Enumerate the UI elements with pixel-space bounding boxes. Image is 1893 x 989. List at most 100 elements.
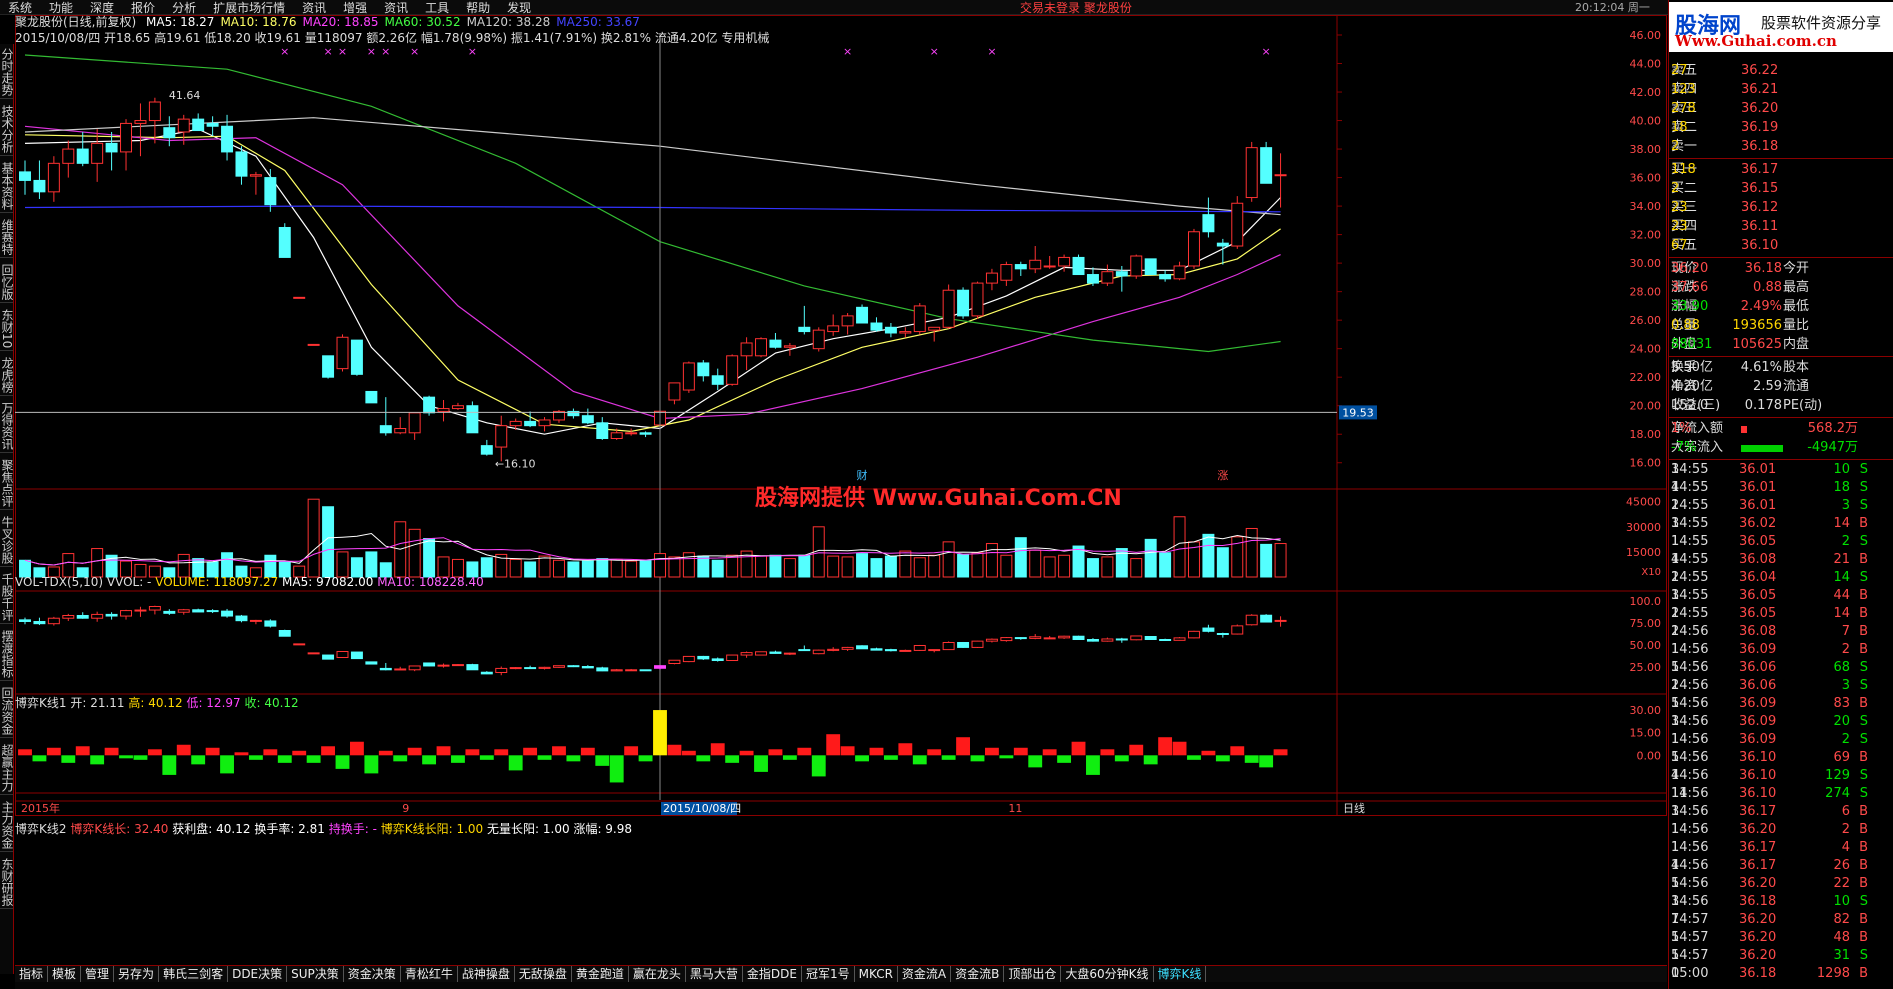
- indicator-tab-19[interactable]: 顶部出仓: [1004, 966, 1062, 982]
- k1-body-13: [206, 610, 219, 613]
- left-tab-4[interactable]: 回忆版: [0, 262, 14, 303]
- indicator-tab-16[interactable]: MKCR: [855, 966, 898, 982]
- indicator-tab-10[interactable]: 无敌操盘: [515, 966, 572, 982]
- menu-item-5[interactable]: 扩展市场行情: [205, 0, 294, 16]
- menu-item-9[interactable]: 工具: [417, 0, 458, 16]
- left-tab-9[interactable]: 牛叉诊股: [0, 514, 14, 568]
- candle-body-35: [524, 420, 537, 427]
- volume-bar-62: [913, 557, 926, 578]
- left-tab-13[interactable]: 超赢主力: [0, 742, 14, 796]
- k2-bar-1: [32, 755, 47, 762]
- volume-bar-3: [62, 553, 75, 578]
- left-tab-7[interactable]: 万得资讯: [0, 400, 14, 454]
- tick-row-13: 14:56 36.09 83 B 5: [1671, 695, 1892, 713]
- left-tab-12[interactable]: 回流资金: [0, 685, 14, 739]
- k2-e: 博弈K线长阳: 1.00: [380, 822, 484, 836]
- indicator-tab-13[interactable]: 黑马大营: [686, 966, 743, 982]
- left-tab-11[interactable]: 摆渡指标: [0, 628, 14, 682]
- candle-body-8: [134, 120, 147, 124]
- ma-line-ma20: [24, 125, 1281, 420]
- vol-tick-label-2: 15000: [1626, 546, 1661, 559]
- k2-bar-40: [595, 755, 610, 766]
- indicator-tab-17[interactable]: 资金流A: [898, 966, 952, 982]
- tick-price-1: 36.01: [1739, 480, 1777, 495]
- indicator-tab-4[interactable]: 韩氏三剑客: [159, 966, 229, 982]
- indicator-tab-2[interactable]: 管理: [81, 966, 115, 982]
- indicator-tab-3[interactable]: 另存为: [114, 966, 160, 982]
- indicator-tab-18[interactable]: 资金流B: [951, 966, 1005, 982]
- k2-bar-3: [61, 755, 76, 763]
- menu-item-1[interactable]: 功能: [41, 0, 82, 16]
- tick-vol-20: 2: [1841, 822, 1850, 837]
- menu-item-2[interactable]: 深度: [82, 0, 123, 16]
- tick-count-24: 3: [1671, 894, 1680, 909]
- bid-row-3: 买四 36.11 23: [1671, 218, 1892, 236]
- indicator-tab-20[interactable]: 大盘60分钟K线: [1061, 966, 1154, 982]
- indicator-tab-12[interactable]: 赢在龙头: [629, 966, 686, 982]
- menu-item-4[interactable]: 分析: [164, 0, 205, 16]
- indicator-tab-0[interactable]: 指标: [15, 966, 49, 982]
- candle-body-9: [148, 101, 161, 122]
- menu-item-0[interactable]: 系统: [0, 0, 41, 16]
- left-tab-10[interactable]: 千股千评: [0, 571, 14, 625]
- price-tick-label-1: 18.00: [1630, 428, 1662, 441]
- menu-item-6[interactable]: 资讯: [294, 0, 335, 16]
- k2-bar-41: [609, 755, 624, 783]
- tick-row-8: 14:55 36.05 14 B 2: [1671, 605, 1892, 623]
- bid-price-2: 36.12: [1741, 200, 1779, 215]
- indicator-tab-5[interactable]: DDE决策: [228, 966, 288, 982]
- indicator-tab-14[interactable]: 金指DDE: [743, 966, 802, 982]
- menu-item-10[interactable]: 帮助: [458, 0, 499, 16]
- left-tab-6[interactable]: 龙虎榜: [0, 355, 14, 397]
- menu-item-7[interactable]: 增强: [335, 0, 376, 16]
- k2-bar-25: [378, 750, 393, 756]
- stat-val-4-0: 105625: [1732, 337, 1782, 352]
- k2-tick-label-2: 0.00: [1637, 749, 1662, 762]
- clock: 20:12:04 周一: [1575, 1, 1650, 14]
- left-tab-0[interactable]: 分时走势: [0, 46, 14, 99]
- indicator-tab-21[interactable]: 博弈K线: [1154, 966, 1207, 982]
- left-tab-14[interactable]: 主力资金: [0, 799, 14, 853]
- indicator-tab-8[interactable]: 青松红牛: [401, 966, 458, 982]
- k2-bar-19: [292, 750, 307, 756]
- k2-bar-14: [220, 755, 234, 774]
- k2-bar-64: [941, 755, 956, 760]
- k2-bar-0: [18, 749, 32, 756]
- menu-item-8[interactable]: 资讯: [376, 0, 417, 16]
- indicator-tab-1[interactable]: 模板: [48, 966, 82, 982]
- stat2-key-2-1: PE(动): [1783, 398, 1823, 413]
- indicator-tab-9[interactable]: 战神操盘: [458, 966, 515, 982]
- bid-row-1: 买二 36.15 2: [1671, 180, 1892, 198]
- indicator-tab-7[interactable]: 资金决策: [344, 966, 401, 982]
- ma-line-ma60: [24, 54, 1281, 353]
- candle-body-1: [33, 179, 46, 193]
- k2-bar-62: [912, 755, 927, 765]
- price-tick-label-6: 28.00: [1630, 286, 1662, 299]
- quote-panel: 股海网 股票软件资源分享 Www.Guhai.com.cn 卖五 36.22 27 卖四 3…: [1668, 0, 1893, 989]
- left-tab-5[interactable]: 东财10: [0, 307, 14, 352]
- trade-status[interactable]: 交易未登录 聚龙股份: [1020, 0, 1132, 16]
- left-tab-1[interactable]: 技术分析: [0, 103, 14, 156]
- volume-bar-24: [365, 551, 378, 578]
- indicator-tab-11[interactable]: 黄金跑道: [572, 966, 629, 982]
- left-tab-8[interactable]: 聚焦点评: [0, 457, 14, 511]
- left-tab-15[interactable]: 东财研报: [0, 856, 14, 910]
- menu-item-3[interactable]: 报价: [123, 0, 164, 16]
- left-tab-3[interactable]: 维赛特: [0, 217, 14, 258]
- tick-side-1: S: [1859, 480, 1868, 495]
- k2-bar-28: [422, 755, 437, 765]
- left-tab-2[interactable]: 基本资料: [0, 160, 14, 213]
- tick-count-23: 5: [1671, 876, 1680, 891]
- candle-body-61: [899, 331, 912, 334]
- menu-item-11[interactable]: 发现: [499, 0, 540, 16]
- tick-count-10: 1: [1671, 642, 1680, 657]
- indicator-tab-15[interactable]: 冠军1号: [802, 966, 855, 982]
- k2-bar-71: [1042, 749, 1057, 756]
- indicator-tab-6[interactable]: SUP决策: [287, 966, 344, 982]
- k1-body-68: [1000, 637, 1013, 642]
- k1-body-75: [1101, 638, 1114, 642]
- k2-bar-80: [1172, 741, 1187, 756]
- k2-bar-81: [1187, 755, 1201, 760]
- candle-body-84: [1231, 202, 1244, 247]
- k1-body-22: [336, 651, 349, 659]
